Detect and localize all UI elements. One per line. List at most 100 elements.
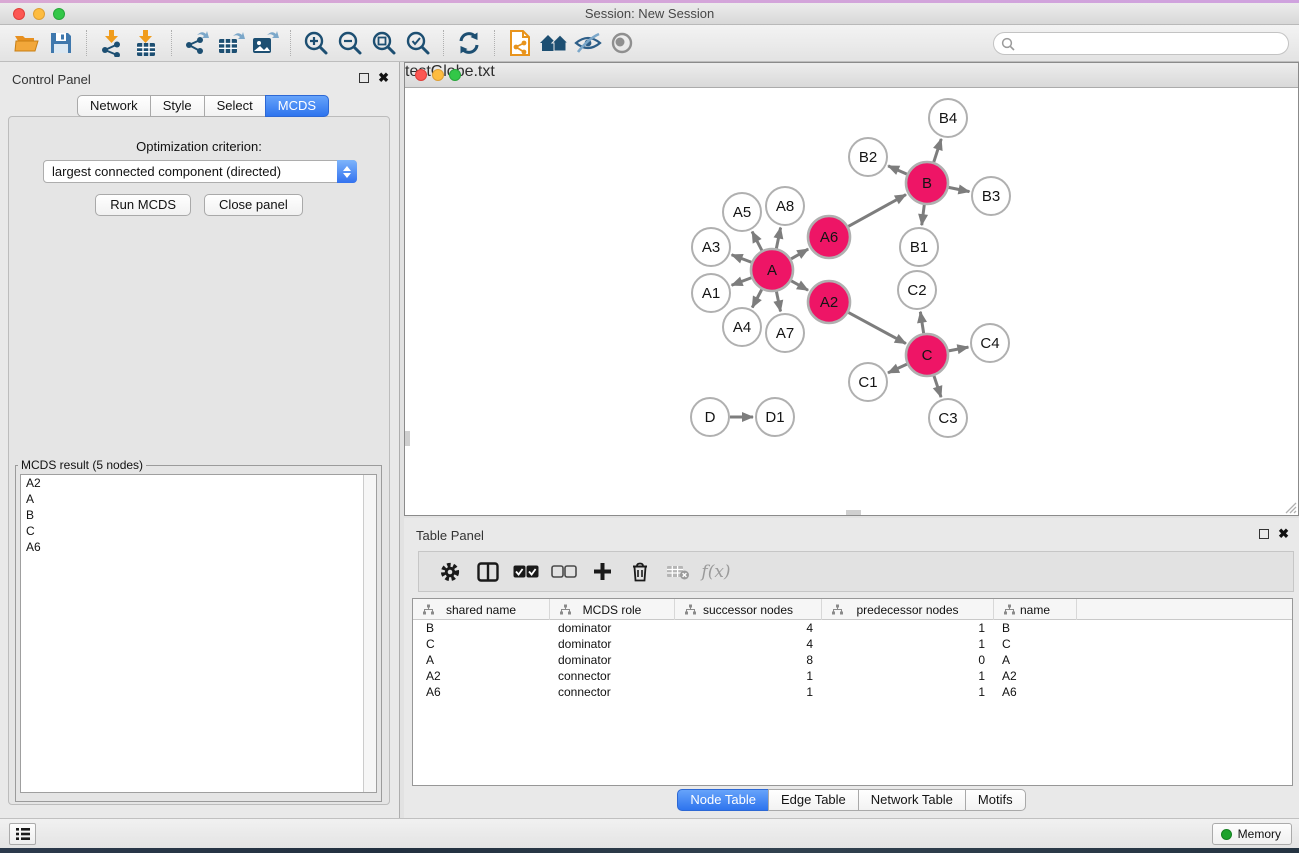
edge-B-B1[interactable] — [922, 205, 925, 225]
node-B[interactable]: B — [906, 162, 948, 204]
delete-table-icon[interactable] — [659, 557, 697, 587]
deselect-all-columns-icon[interactable] — [545, 557, 583, 587]
tab-mcds[interactable]: MCDS — [265, 95, 329, 117]
cell-predecessor-nodes[interactable]: 1 — [822, 636, 994, 652]
node-C3[interactable]: C3 — [929, 399, 967, 437]
split-columns-icon[interactable] — [469, 557, 507, 587]
tab-network-table[interactable]: Network Table — [858, 789, 966, 811]
edge-C-C3[interactable] — [934, 376, 941, 397]
cell-shared-name[interactable]: A2 — [413, 668, 550, 684]
node-A2[interactable]: A2 — [808, 281, 850, 323]
task-history-button[interactable] — [9, 823, 36, 845]
node-A7[interactable]: A7 — [766, 314, 804, 352]
function-builder-icon[interactable]: f(x) — [697, 557, 735, 587]
cell-successor-nodes[interactable]: 4 — [675, 620, 822, 636]
canvas-left-handle[interactable] — [405, 431, 410, 446]
import-table-icon[interactable] — [129, 28, 163, 58]
tab-motifs[interactable]: Motifs — [965, 789, 1026, 811]
cell-successor-nodes[interactable]: 8 — [675, 652, 822, 668]
column-header-shared-name[interactable]: shared name — [413, 599, 550, 620]
home-icon[interactable] — [537, 28, 571, 58]
cell-name[interactable]: A — [994, 652, 1077, 668]
mcds-result-item[interactable]: C — [21, 523, 376, 539]
tab-style[interactable]: Style — [150, 95, 205, 117]
node-C[interactable]: C — [906, 334, 948, 376]
delete-column-trash-icon[interactable] — [621, 557, 659, 587]
edge-A-A3[interactable] — [732, 255, 752, 262]
node-A8[interactable]: A8 — [766, 187, 804, 225]
mcds-result-scrollbar[interactable] — [363, 475, 376, 792]
float-table-panel-icon[interactable] — [1259, 529, 1269, 539]
node-C4[interactable]: C4 — [971, 324, 1009, 362]
export-network-icon[interactable] — [180, 28, 214, 58]
close-panel-button[interactable]: Close panel — [204, 194, 303, 216]
column-header-successor-nodes[interactable]: successor nodes — [675, 599, 822, 620]
table-row[interactable]: Adominator80A — [413, 652, 1292, 668]
edge-C-C4[interactable] — [949, 347, 969, 351]
cell-MCDS-role[interactable]: dominator — [550, 652, 675, 668]
cell-name[interactable]: A2 — [994, 668, 1077, 684]
cell-successor-nodes[interactable]: 1 — [675, 684, 822, 700]
cell-shared-name[interactable]: C — [413, 636, 550, 652]
cell-MCDS-role[interactable]: dominator — [550, 636, 675, 652]
column-header-predecessor-nodes[interactable]: predecessor nodes — [822, 599, 994, 620]
zoom-fit-icon[interactable] — [367, 28, 401, 58]
edge-A-A6[interactable] — [791, 249, 808, 259]
node-A[interactable]: A — [751, 249, 793, 291]
node-B2[interactable]: B2 — [849, 138, 887, 176]
cell-shared-name[interactable]: A6 — [413, 684, 550, 700]
mcds-result-item[interactable]: A6 — [21, 539, 376, 555]
table-row[interactable]: Cdominator41C — [413, 636, 1292, 652]
table-row[interactable]: A2connector11A2 — [413, 668, 1292, 684]
edge-B-B3[interactable] — [949, 187, 970, 191]
table-row[interactable]: A6connector11A6 — [413, 684, 1292, 700]
cell-successor-nodes[interactable]: 4 — [675, 636, 822, 652]
network-zoom-button[interactable] — [449, 69, 461, 81]
cell-predecessor-nodes[interactable]: 1 — [822, 684, 994, 700]
tab-node-table[interactable]: Node Table — [677, 789, 769, 811]
node-C2[interactable]: C2 — [898, 271, 936, 309]
cell-shared-name[interactable]: A — [413, 652, 550, 668]
node-C1[interactable]: C1 — [849, 363, 887, 401]
edge-A6-B[interactable] — [848, 195, 906, 227]
network-minimize-button[interactable] — [432, 69, 444, 81]
cell-name[interactable]: B — [994, 620, 1077, 636]
node-A5[interactable]: A5 — [723, 193, 761, 231]
node-A6[interactable]: A6 — [808, 216, 850, 258]
export-table-icon[interactable] — [214, 28, 248, 58]
cell-predecessor-nodes[interactable]: 1 — [822, 668, 994, 684]
add-column-icon[interactable] — [583, 557, 621, 587]
clone-network-icon[interactable] — [503, 28, 537, 58]
edge-A-A1[interactable] — [732, 278, 752, 285]
close-table-panel-icon[interactable]: ✖ — [1278, 529, 1289, 539]
edge-A-A8[interactable] — [776, 228, 780, 249]
open-session-icon[interactable] — [10, 28, 44, 58]
zoom-in-icon[interactable] — [299, 28, 333, 58]
mcds-result-item[interactable]: A — [21, 491, 376, 507]
network-canvas[interactable]: B4B2BB3B1C2A5A8A3A6AA1A2A4A7CC4C1C3DD1 — [405, 88, 1298, 515]
edge-A-A7[interactable] — [776, 292, 780, 312]
column-header-name[interactable]: name — [994, 599, 1077, 620]
network-window-titlebar[interactable]: testGlobe.txt — [405, 63, 1298, 88]
edge-A2-C[interactable] — [848, 312, 906, 343]
cell-predecessor-nodes[interactable]: 0 — [822, 652, 994, 668]
mcds-result-item[interactable]: B — [21, 507, 376, 523]
cell-shared-name[interactable]: B — [413, 620, 550, 636]
tab-edge-table[interactable]: Edge Table — [768, 789, 859, 811]
hide-details-eye-slash-icon[interactable] — [571, 28, 605, 58]
node-A3[interactable]: A3 — [692, 228, 730, 266]
edge-C-C2[interactable] — [920, 312, 923, 334]
cell-name[interactable]: A6 — [994, 684, 1077, 700]
node-B3[interactable]: B3 — [972, 177, 1010, 215]
show-details-eye-icon[interactable] — [605, 28, 639, 58]
tab-network[interactable]: Network — [77, 95, 151, 117]
edge-A-A5[interactable] — [752, 232, 762, 251]
network-close-button[interactable] — [415, 69, 427, 81]
cell-MCDS-role[interactable]: connector — [550, 668, 675, 684]
optimization-criterion-dropdown[interactable]: largest connected component (directed) — [43, 160, 357, 183]
node-A4[interactable]: A4 — [723, 308, 761, 346]
import-network-icon[interactable] — [95, 28, 129, 58]
cell-successor-nodes[interactable]: 1 — [675, 668, 822, 684]
table-settings-gear-icon[interactable] — [431, 557, 469, 587]
edge-A-A2[interactable] — [791, 281, 808, 290]
